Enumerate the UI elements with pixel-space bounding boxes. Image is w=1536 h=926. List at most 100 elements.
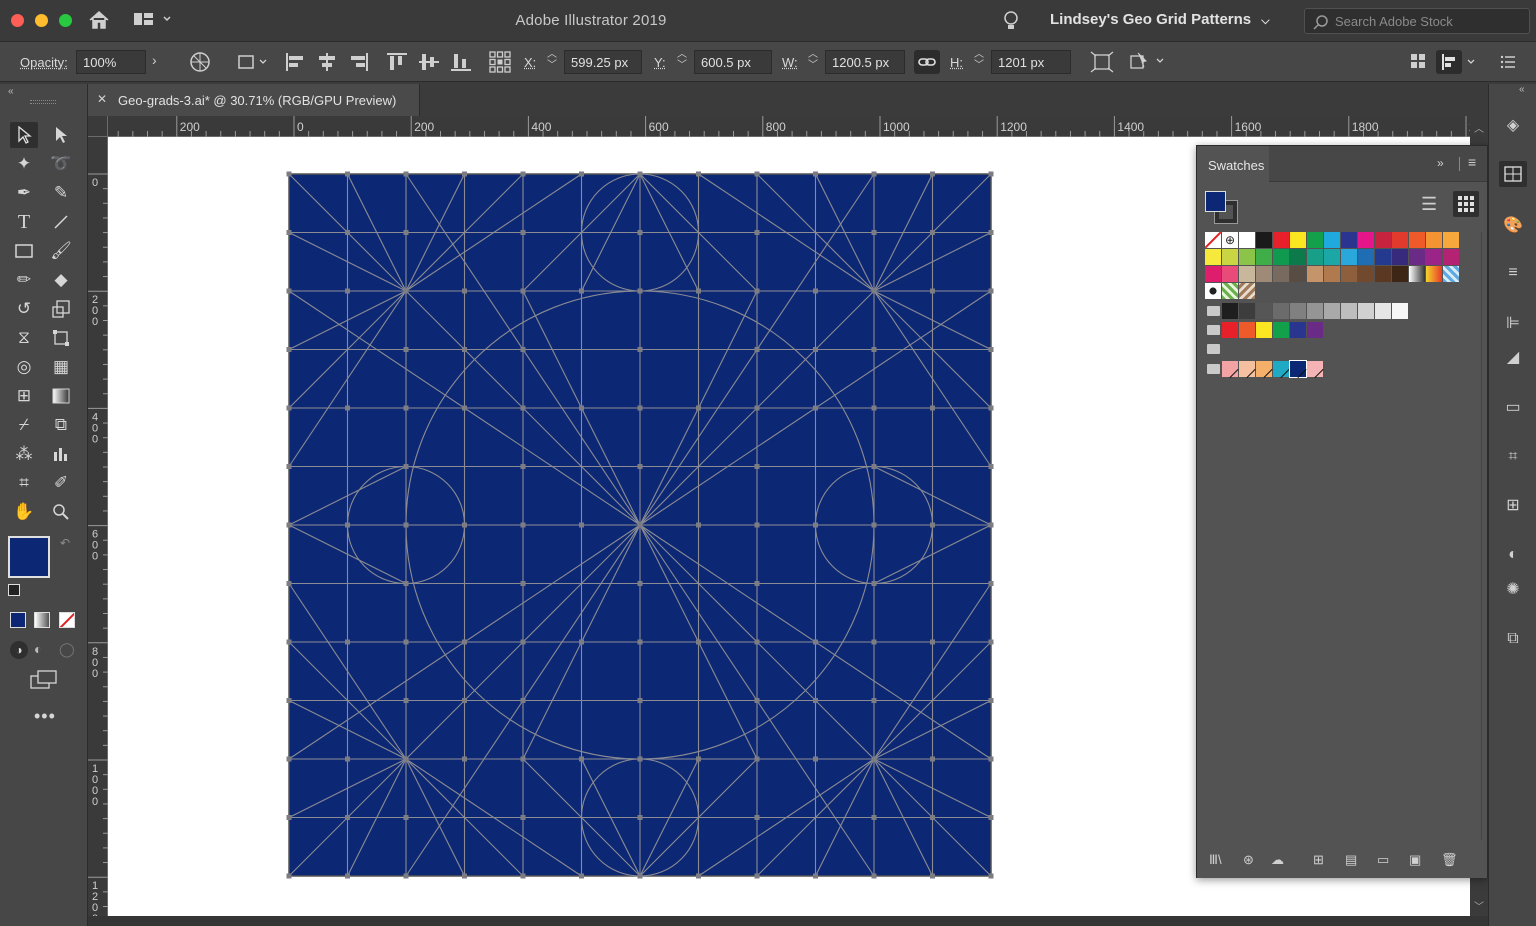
- swatch[interactable]: [1239, 361, 1256, 379]
- shaper-tool-icon[interactable]: ✏: [10, 267, 38, 293]
- swatch[interactable]: [1256, 249, 1272, 265]
- swatch[interactable]: [1289, 360, 1307, 379]
- swatch[interactable]: [1290, 266, 1306, 282]
- lightbulb-icon[interactable]: [1003, 10, 1019, 32]
- swatch[interactable]: [1375, 249, 1391, 265]
- cloud-libraries-icon[interactable]: ☁: [1271, 852, 1284, 868]
- align-panel-toggle-icon[interactable]: [1436, 50, 1480, 74]
- align-bottom-icon[interactable]: [450, 52, 472, 72]
- direct-selection-tool-icon[interactable]: [47, 122, 75, 148]
- zoom-tool-icon[interactable]: [47, 499, 75, 525]
- swatch[interactable]: [1409, 249, 1425, 265]
- opacity-field[interactable]: 100%: [76, 50, 146, 74]
- swatch[interactable]: [1392, 266, 1408, 282]
- screen-mode-icon[interactable]: [30, 670, 58, 695]
- control-bar-menu-icon[interactable]: [1500, 55, 1516, 69]
- horizontal-scrollbar[interactable]: [88, 916, 1488, 926]
- swatch[interactable]: [1205, 232, 1221, 248]
- new-color-group-icon[interactable]: ▤: [1345, 852, 1357, 868]
- panel-grid-icon[interactable]: [1410, 53, 1426, 69]
- reference-point-icon[interactable]: [488, 50, 512, 74]
- horizontal-ruler[interactable]: 2000200400600800100012001400160018002: [108, 116, 1470, 137]
- free-transform-tool-icon[interactable]: [47, 325, 75, 351]
- transform-dock-icon[interactable]: ⌗: [1499, 444, 1527, 470]
- swatch[interactable]: [1290, 232, 1306, 248]
- align-middle-icon[interactable]: [418, 52, 440, 72]
- scroll-up-icon[interactable]: ︿: [1474, 120, 1484, 135]
- swatch[interactable]: [1324, 249, 1340, 265]
- swatch[interactable]: [1273, 232, 1289, 248]
- isolate-object-icon[interactable]: [1128, 51, 1168, 73]
- scroll-down-icon[interactable]: ﹀: [1474, 898, 1484, 913]
- swatch[interactable]: [1222, 361, 1239, 379]
- fill-swatch[interactable]: [8, 536, 50, 578]
- draw-normal-icon[interactable]: ◑: [10, 641, 28, 659]
- panel-scrollbar[interactable]: [1481, 232, 1482, 840]
- swatch[interactable]: [1358, 303, 1374, 319]
- width-field[interactable]: 1200.5 px: [825, 50, 905, 74]
- magic-wand-tool-icon[interactable]: ✦: [10, 151, 38, 177]
- line-segment-tool-icon[interactable]: [47, 209, 75, 235]
- align-top-icon[interactable]: [386, 52, 408, 72]
- swatch[interactable]: [1443, 249, 1459, 265]
- align-right-icon[interactable]: [348, 52, 370, 72]
- swatch[interactable]: [1341, 249, 1357, 265]
- slice-tool-icon[interactable]: ✐: [47, 470, 75, 496]
- x-position-field[interactable]: 599.25 px: [564, 50, 642, 74]
- swatch[interactable]: [1375, 303, 1391, 319]
- swatch[interactable]: [1426, 249, 1442, 265]
- draw-inside-icon[interactable]: ◯: [59, 641, 75, 658]
- collapse-toolbar-icon[interactable]: «: [8, 86, 14, 97]
- swatch[interactable]: ⊕: [1222, 232, 1238, 248]
- swatch[interactable]: [1426, 266, 1442, 282]
- collapse-panel-icon[interactable]: »: [1437, 156, 1444, 170]
- shape-builder-tool-icon[interactable]: ◎: [10, 354, 38, 380]
- swap-fill-stroke-icon[interactable]: ↶: [60, 536, 70, 550]
- w-stepper-icon[interactable]: ︿ ﹀: [808, 49, 818, 71]
- thumbnail-view-icon[interactable]: [1453, 191, 1479, 217]
- swatch-libraries-icon[interactable]: Ⅲ\: [1209, 852, 1222, 868]
- swatch[interactable]: [1222, 266, 1238, 282]
- artboard-tool-icon[interactable]: ⌗: [10, 470, 38, 496]
- swatch[interactable]: [1239, 266, 1255, 282]
- blend-tool-icon[interactable]: ⧉: [47, 412, 75, 438]
- x-stepper-icon[interactable]: ︿ ﹀: [547, 49, 557, 71]
- swatch[interactable]: [1375, 266, 1391, 282]
- swatch[interactable]: [1239, 303, 1255, 319]
- new-swatch-icon[interactable]: ▣: [1409, 852, 1421, 868]
- swatch[interactable]: [1205, 266, 1221, 282]
- swatch[interactable]: [1392, 303, 1408, 319]
- swatch[interactable]: [1205, 249, 1221, 265]
- swatch[interactable]: [1239, 283, 1255, 299]
- paintbrush-tool-icon[interactable]: 🖌: [47, 238, 75, 264]
- swatch[interactable]: [1426, 232, 1442, 248]
- swatch[interactable]: [1239, 232, 1255, 248]
- swatch[interactable]: [1222, 303, 1238, 319]
- swatch[interactable]: [1290, 303, 1306, 319]
- close-tab-icon[interactable]: ✕: [97, 92, 107, 106]
- transparency-icon[interactable]: ◢: [1499, 344, 1527, 370]
- toolbar-grip[interactable]: [30, 100, 56, 104]
- swatch[interactable]: [1358, 232, 1374, 248]
- symbol-sprayer-tool-icon[interactable]: ⁂: [10, 441, 38, 467]
- perspective-grid-tool-icon[interactable]: ▦: [47, 354, 75, 380]
- swatch[interactable]: [1392, 232, 1408, 248]
- swatch[interactable]: [1307, 232, 1323, 248]
- selection-tool-icon[interactable]: [10, 122, 38, 148]
- search-adobe-stock-input[interactable]: Search Adobe Stock: [1304, 8, 1530, 34]
- mesh-tool-icon[interactable]: ⊞: [10, 383, 38, 409]
- align-dock-icon[interactable]: ⊫: [1499, 310, 1527, 336]
- swatch[interactable]: [1256, 232, 1272, 248]
- width-tool-icon[interactable]: ⧖: [10, 325, 38, 351]
- swatch[interactable]: [1222, 283, 1238, 299]
- swatch[interactable]: [1256, 303, 1272, 319]
- delete-swatch-icon[interactable]: 🗑: [1441, 852, 1458, 868]
- swatch[interactable]: [1341, 266, 1357, 282]
- color-mode-button[interactable]: [10, 612, 26, 628]
- new-folder-icon[interactable]: ▭: [1377, 852, 1389, 868]
- swatch[interactable]: [1239, 322, 1255, 338]
- show-swatch-kinds-icon[interactable]: ⊛: [1243, 852, 1254, 868]
- swatch[interactable]: [1307, 266, 1323, 282]
- swatch[interactable]: [1290, 322, 1306, 338]
- list-view-icon[interactable]: ☰: [1421, 194, 1437, 215]
